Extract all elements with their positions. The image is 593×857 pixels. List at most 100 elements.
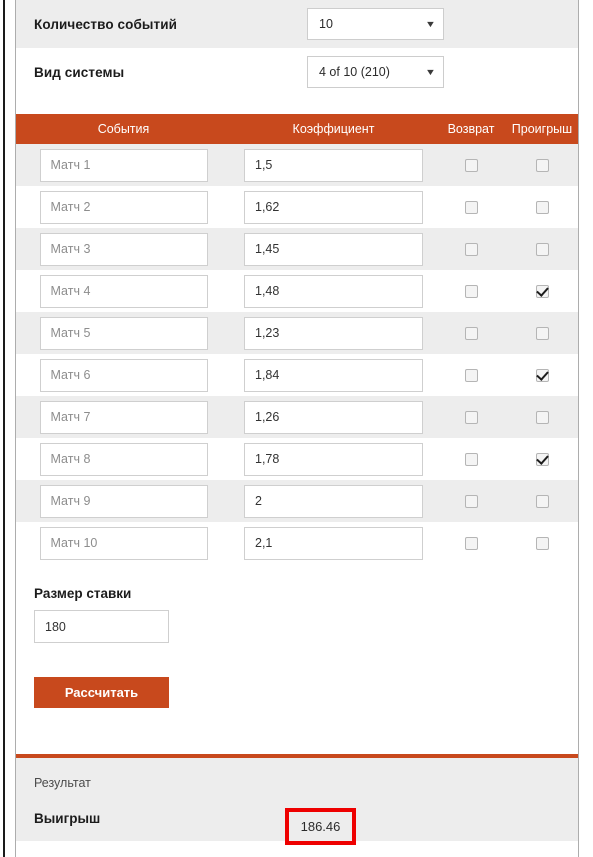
- loss-checkbox[interactable]: [535, 284, 549, 298]
- loss-checkbox[interactable]: [535, 200, 549, 214]
- loss-cell: [506, 368, 578, 382]
- refund-cell: [436, 200, 506, 214]
- coefficient-input[interactable]: 2,1: [244, 526, 423, 560]
- column-header-refund: Возврат: [447, 122, 495, 136]
- event-name-input[interactable]: Матч 2: [39, 190, 208, 224]
- loss-cell: [506, 536, 578, 550]
- refund-cell: [436, 494, 506, 508]
- chevron-down-icon: ▼: [424, 18, 437, 29]
- event-name-input[interactable]: Матч 7: [39, 400, 208, 434]
- event-cell: Матч 9: [16, 484, 231, 518]
- refund-cell: [436, 452, 506, 466]
- refund-checkbox[interactable]: [464, 494, 478, 508]
- events-count-select[interactable]: 10 ▼: [307, 8, 444, 40]
- coefficient-cell: 1,48: [231, 274, 436, 308]
- coefficient-cell: 1,26: [231, 400, 436, 434]
- event-name-input[interactable]: Матч 3: [39, 232, 208, 266]
- table-row: Матч 9 2: [16, 480, 578, 522]
- coefficient-cell: 1,45: [231, 232, 436, 266]
- table-row: Матч 2 1,62: [16, 186, 578, 228]
- column-header-event: События: [97, 122, 150, 136]
- loss-checkbox[interactable]: [535, 452, 549, 466]
- system-type-select[interactable]: 4 of 10 (210) ▼: [307, 56, 444, 88]
- spacer: [16, 96, 578, 114]
- loss-checkbox[interactable]: [535, 158, 549, 172]
- refund-checkbox[interactable]: [464, 326, 478, 340]
- coefficient-cell: 1,78: [231, 442, 436, 476]
- coefficient-input[interactable]: 1,26: [244, 400, 423, 434]
- result-section: Результат Выигрыш 186.46: [16, 758, 578, 845]
- table-header-row: События Коэффициент Возврат Проигрыш: [16, 114, 578, 144]
- loss-checkbox[interactable]: [535, 326, 549, 340]
- loss-cell: [506, 158, 578, 172]
- stake-input[interactable]: 180: [34, 610, 169, 643]
- result-title: Результат: [34, 776, 91, 790]
- table-row: Матч 4 1,48: [16, 270, 578, 312]
- stake-section: Размер ставки 180 Рассчитать: [16, 564, 578, 708]
- coefficient-cell: 1,84: [231, 358, 436, 392]
- page-gutter: [3, 0, 5, 857]
- refund-checkbox[interactable]: [464, 410, 478, 424]
- event-name-input[interactable]: Матч 9: [39, 484, 208, 518]
- refund-checkbox[interactable]: [464, 452, 478, 466]
- system-type-row: Вид системы 4 of 10 (210) ▼: [16, 48, 578, 96]
- event-name-input[interactable]: Матч 8: [39, 442, 208, 476]
- event-name-input[interactable]: Матч 10: [39, 526, 208, 560]
- events-count-value: 10: [319, 17, 333, 31]
- coefficient-input[interactable]: 1,45: [244, 232, 423, 266]
- coefficient-input[interactable]: 1,5: [244, 148, 423, 182]
- stake-value: 180: [45, 619, 66, 634]
- refund-checkbox[interactable]: [464, 284, 478, 298]
- win-value: 186.46: [300, 819, 341, 834]
- event-cell: Матч 10: [16, 526, 231, 560]
- stake-label: Размер ставки: [34, 586, 132, 601]
- table-row: Матч 10 2,1: [16, 522, 578, 564]
- coefficient-input[interactable]: 1,48: [244, 274, 423, 308]
- loss-checkbox[interactable]: [535, 410, 549, 424]
- events-count-row: Количество событий 10 ▼: [16, 0, 578, 48]
- event-name-input[interactable]: Матч 4: [39, 274, 208, 308]
- refund-checkbox[interactable]: [464, 158, 478, 172]
- loss-checkbox[interactable]: [535, 536, 549, 550]
- loss-checkbox[interactable]: [535, 242, 549, 256]
- event-name-input[interactable]: Матч 5: [39, 316, 208, 350]
- refund-checkbox[interactable]: [464, 242, 478, 256]
- loss-cell: [506, 452, 578, 466]
- calculate-button[interactable]: Рассчитать: [34, 677, 169, 708]
- system-type-label: Вид системы: [34, 64, 125, 80]
- coefficient-input[interactable]: 1,84: [244, 358, 423, 392]
- event-name-input[interactable]: Матч 1: [39, 148, 208, 182]
- loss-cell: [506, 200, 578, 214]
- coefficient-cell: 1,23: [231, 316, 436, 350]
- page-root: Количество событий 10 ▼ Вид системы 4 of…: [0, 0, 593, 857]
- table-row: Матч 3 1,45: [16, 228, 578, 270]
- column-header-coefficient: Коэффициент: [292, 122, 375, 136]
- refund-checkbox[interactable]: [464, 536, 478, 550]
- refund-cell: [436, 158, 506, 172]
- loss-checkbox[interactable]: [535, 368, 549, 382]
- loss-cell: [506, 494, 578, 508]
- chevron-down-icon: ▼: [424, 66, 437, 77]
- event-cell: Матч 7: [16, 400, 231, 434]
- coefficient-input[interactable]: 1,62: [244, 190, 423, 224]
- table-row: Матч 6 1,84: [16, 354, 578, 396]
- loss-cell: [506, 326, 578, 340]
- coefficient-cell: 1,62: [231, 190, 436, 224]
- coefficient-input[interactable]: 1,78: [244, 442, 423, 476]
- event-name-input[interactable]: Матч 6: [39, 358, 208, 392]
- table-row: Матч 7 1,26: [16, 396, 578, 438]
- coefficient-cell: 2: [231, 484, 436, 518]
- win-value-highlight: 186.46: [285, 808, 356, 845]
- coefficient-input[interactable]: 2: [244, 484, 423, 518]
- calculator-frame: Количество событий 10 ▼ Вид системы 4 of…: [15, 0, 579, 857]
- loss-checkbox[interactable]: [535, 494, 549, 508]
- coefficient-input[interactable]: 1,23: [244, 316, 423, 350]
- event-cell: Матч 1: [16, 148, 231, 182]
- refund-cell: [436, 536, 506, 550]
- refund-checkbox[interactable]: [464, 200, 478, 214]
- column-header-loss: Проигрыш: [511, 122, 573, 136]
- table-row: Матч 5 1,23: [16, 312, 578, 354]
- event-cell: Матч 5: [16, 316, 231, 350]
- refund-cell: [436, 284, 506, 298]
- refund-checkbox[interactable]: [464, 368, 478, 382]
